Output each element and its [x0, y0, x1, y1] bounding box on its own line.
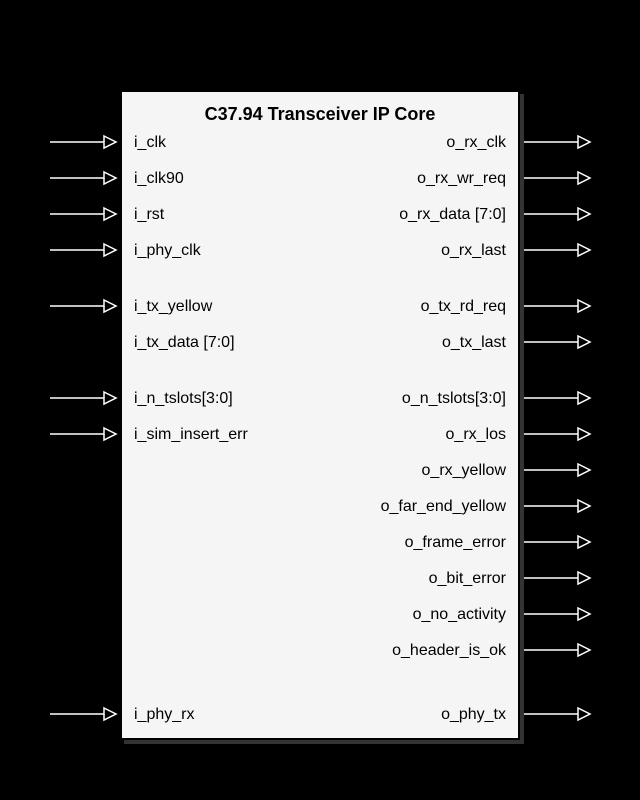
output-port-row: o_frame_error: [122, 534, 518, 558]
input-port-row: i_phy_rx o_phy_tx: [122, 706, 518, 730]
port-arrow: [48, 206, 118, 222]
input-port-row: i_clk90 o_rx_wr_req: [122, 170, 518, 194]
output-port-label: o_no_activity: [413, 606, 506, 624]
port-arrow: [522, 390, 592, 406]
port-arrow: [522, 134, 592, 150]
input-port-row: i_rst o_rx_data [7:0]: [122, 206, 518, 230]
output-port-label: o_far_end_yellow: [381, 498, 506, 516]
input-port-label: i_clk90: [134, 170, 184, 188]
output-port-row: o_far_end_yellow: [122, 498, 518, 522]
port-arrow: [522, 242, 592, 258]
output-port-label: o_rx_yellow: [422, 462, 506, 480]
output-port-row: o_rx_yellow: [122, 462, 518, 486]
port-arrow: [522, 606, 592, 622]
output-port-label: o_rx_clk: [446, 134, 506, 152]
input-port-label: i_sim_insert_err: [134, 426, 248, 444]
input-port-label: i_clk: [134, 134, 166, 152]
input-port-label: i_n_tslots[3:0]: [134, 390, 233, 408]
port-arrow: [522, 170, 592, 186]
output-port-label: o_n_tslots[3:0]: [402, 390, 506, 408]
input-port-row: i_tx_yellow o_tx_rd_req: [122, 298, 518, 322]
input-port-row: i_n_tslots[3:0] o_n_tslots[3:0]: [122, 390, 518, 414]
port-arrow: [48, 426, 118, 442]
input-port-label: i_tx_yellow: [134, 298, 212, 316]
port-arrow: [48, 390, 118, 406]
output-port-label: o_tx_last: [442, 334, 506, 352]
block-title: C37.94 Transceiver IP Core: [122, 92, 518, 125]
output-port-label: o_tx_rd_req: [421, 298, 506, 316]
output-port-label: o_phy_tx: [441, 706, 506, 724]
input-port-row: i_tx_data [7:0] o_tx_last: [122, 334, 518, 358]
port-arrow: [522, 498, 592, 514]
port-arrow: [522, 298, 592, 314]
port-arrow: [48, 298, 118, 314]
port-arrow: [522, 642, 592, 658]
output-port-row: o_bit_error: [122, 570, 518, 594]
output-port-label: o_rx_last: [441, 242, 506, 260]
output-port-label: o_bit_error: [429, 570, 506, 588]
input-port-label: i_tx_data [7:0]: [134, 334, 235, 352]
port-arrow: [522, 426, 592, 442]
input-port-label: i_phy_rx: [134, 706, 194, 724]
output-port-label: o_header_is_ok: [392, 642, 506, 660]
output-port-row: o_no_activity: [122, 606, 518, 630]
output-port-label: o_rx_los: [446, 426, 506, 444]
port-arrow: [48, 170, 118, 186]
port-arrow: [522, 462, 592, 478]
port-arrow: [48, 134, 118, 150]
port-arrow: [48, 242, 118, 258]
port-arrow: [522, 206, 592, 222]
port-arrow: [522, 534, 592, 550]
input-port-label: i_rst: [134, 206, 164, 224]
port-arrow: [522, 570, 592, 586]
input-port-row: i_sim_insert_err o_rx_los: [122, 426, 518, 450]
output-port-row: o_header_is_ok: [122, 642, 518, 666]
input-port-label: i_phy_clk: [134, 242, 201, 260]
port-arrow: [522, 334, 592, 350]
port-arrow: [48, 706, 118, 722]
output-port-label: o_frame_error: [405, 534, 506, 552]
port-arrow: [522, 706, 592, 722]
output-port-label: o_rx_data [7:0]: [399, 206, 506, 224]
ip-core-block: C37.94 Transceiver IP Core i_clk o_rx_clk…: [120, 90, 520, 740]
input-port-row: i_clk o_rx_clk: [122, 134, 518, 158]
output-port-label: o_rx_wr_req: [417, 170, 506, 188]
input-port-row: i_phy_clk o_rx_last: [122, 242, 518, 266]
